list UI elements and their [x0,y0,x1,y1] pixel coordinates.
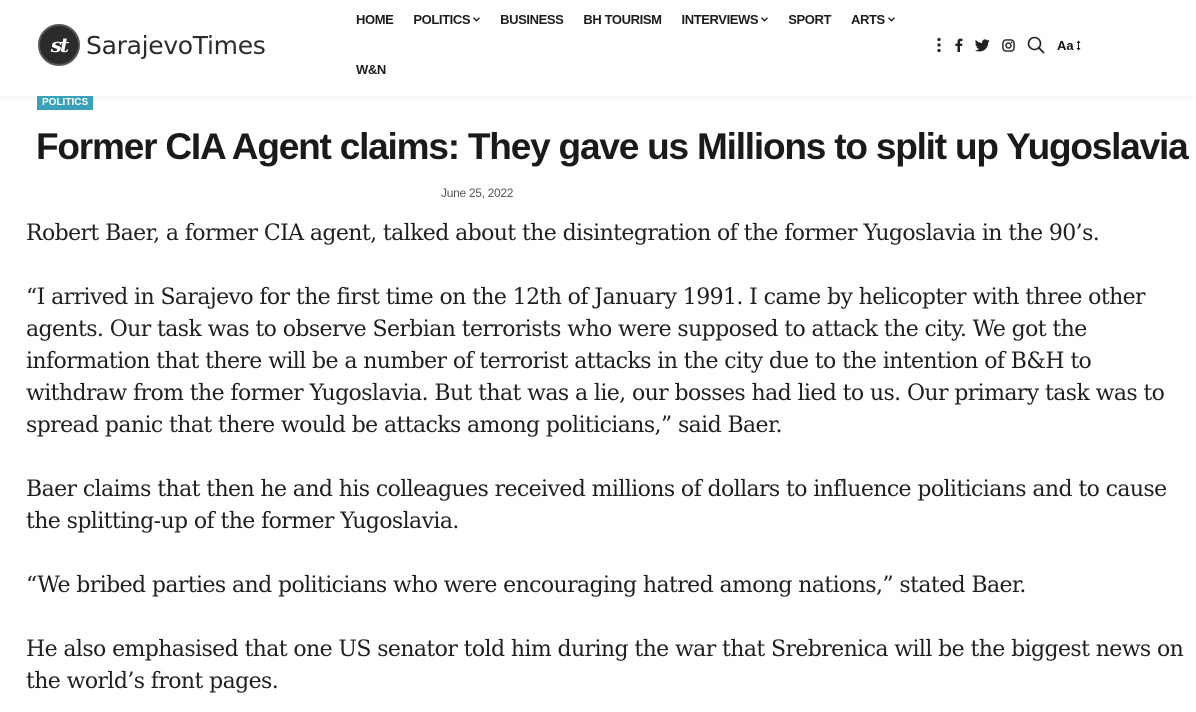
logo-mark: st [38,24,80,66]
nav-label: INTERVIEWS [681,12,759,27]
nav-label: POLITICS [413,12,471,27]
article-paragraph: “I arrived in Sarajevo for the first tim… [26,285,1165,438]
twitter-icon[interactable] [975,38,990,52]
nav-politics[interactable]: POLITICS [413,10,481,30]
nav-label: BH TOURISM [583,12,662,27]
article-paragraph: Baer claims that then he and his colleag… [26,477,1167,534]
more-vertical-icon[interactable] [936,37,942,53]
main-nav: HOME POLITICS BUSINESS BH TOURISM INTERV… [356,10,896,80]
site-header: st SarajevoTimes HOME POLITICS BUSINESS … [0,0,1196,96]
nav-bh-tourism[interactable]: BH TOURISM [583,10,662,30]
nav-business[interactable]: BUSINESS [500,10,564,30]
article-body: Robert Baer, a former CIA agent, talked … [26,218,1186,698]
nav-label: W&N [356,62,386,77]
article-title: Former CIA Agent claims: They gave us Mi… [36,126,1189,167]
search-icon[interactable] [1027,36,1045,54]
facebook-icon[interactable] [954,38,963,52]
chevron-down-icon [473,10,481,30]
chevron-down-icon [761,10,769,30]
resize-arrows-icon [1076,40,1081,50]
nav-label: BUSINESS [500,12,564,27]
instagram-icon[interactable] [1002,38,1015,52]
nav-sport[interactable]: SPORT [788,10,831,30]
category-badge[interactable]: POLITICS [37,96,94,110]
logo-text: SarajevoTimes [86,30,266,60]
site-logo[interactable]: st SarajevoTimes [38,22,266,68]
article-paragraph: He also emphasised that one US senator t… [26,637,1184,694]
nav-label: SPORT [788,12,831,27]
article-paragraph: “We bribed parties and politicians who w… [26,573,1026,598]
chevron-down-icon [887,10,895,30]
nav-home[interactable]: HOME [356,10,394,30]
article-date: June 25, 2022 [441,186,514,200]
article-paragraph: Robert Baer, a former CIA agent, talked … [26,221,1100,246]
nav-label: HOME [356,12,394,27]
font-size-label: Aa [1057,37,1074,53]
nav-interviews[interactable]: INTERVIEWS [682,10,769,30]
nav-label: ARTS [851,12,885,27]
nav-arts[interactable]: ARTS [851,10,895,30]
header-tools: Aa [936,34,1081,56]
font-size-button[interactable]: Aa [1057,38,1081,53]
nav-wn[interactable]: W&N [356,60,386,80]
